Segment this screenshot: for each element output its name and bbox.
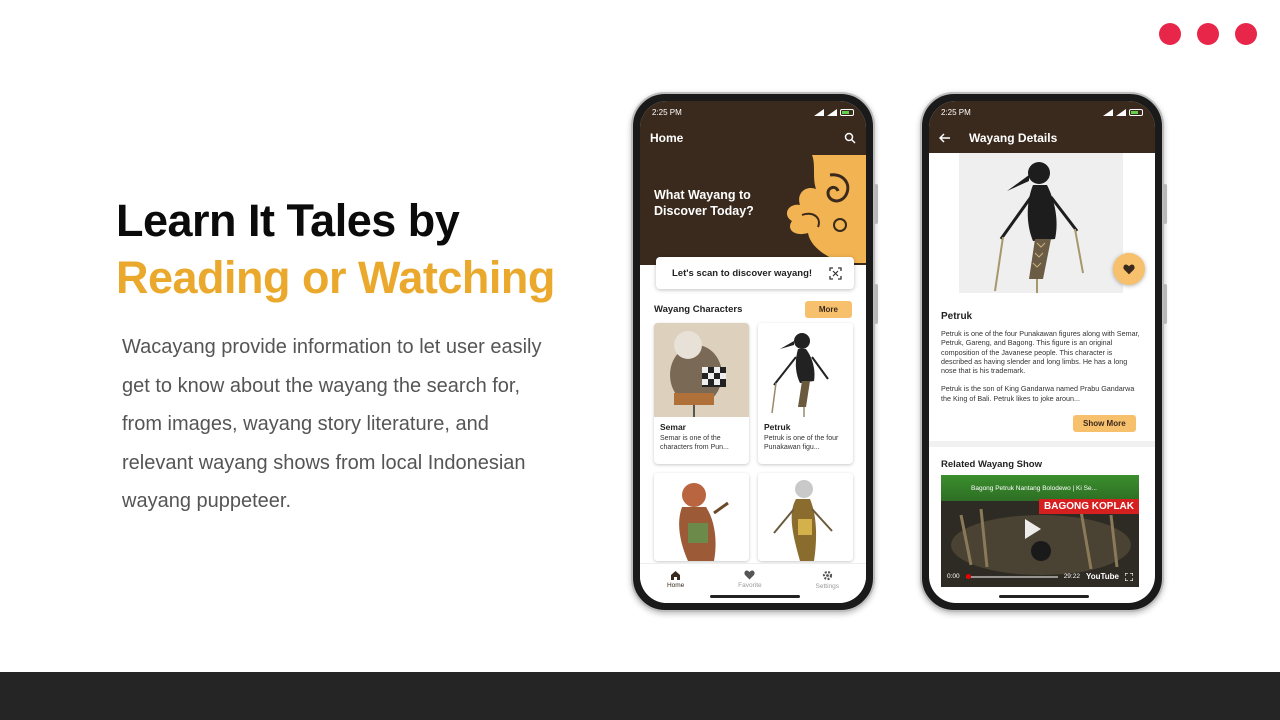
characters-grid: Semar Semar is one of the characters fro… [654,323,853,561]
status-time: 2:25 PM [941,107,971,117]
petruk-puppet-icon [994,162,1084,293]
semar-image [654,323,749,417]
details-screen: 2:25 PM Wayang Details Petruk Petruk is … [929,101,1155,603]
home-icon [671,571,681,580]
nav-home[interactable]: Home [667,570,684,589]
petruk-image [758,323,853,417]
video-player[interactable]: Bagong Petruk Nantang Bolodewo | Ki Se..… [941,475,1139,587]
status-icons [814,108,854,116]
wayang-illustration-icon [786,155,866,263]
semar-puppet-icon [654,323,749,417]
hero-banner: What Wayang to Discover Today? [640,153,866,265]
wayang-puppet-icon [773,480,833,561]
home-screen: 2:25 PM Home What Wayang to Discover Tod… [640,101,866,603]
volume-button [1163,184,1167,224]
dot-icon [1159,23,1181,45]
wayang-name: Petruk [941,311,973,322]
fullscreen-icon[interactable] [1125,572,1133,581]
power-button [1163,284,1167,324]
description-paragraph: Petruk is one of the four Punakawan figu… [941,329,1140,376]
heading-line-2: Reading or Watching [116,252,555,303]
wayang-description: Petruk is one of the four Punakawan figu… [941,329,1141,403]
scan-label: Let's scan to discover wayang! [672,267,813,279]
section-divider [929,441,1155,447]
signal-icon [1103,108,1113,116]
phone-home: 2:25 PM Home What Wayang to Discover Tod… [631,92,878,612]
character-card[interactable] [654,473,749,561]
screen-title: Home [650,131,684,145]
video-time-total: 29:22 [1063,573,1080,580]
character-card-petruk[interactable]: Petruk Petruk is one of the four Punakaw… [758,323,853,464]
hero-question: What Wayang to Discover Today? [654,188,754,218]
nav-label: Settings [815,582,840,590]
more-button[interactable]: More [804,301,852,318]
character-card-semar[interactable]: Semar Semar is one of the characters fro… [654,323,749,464]
characters-header: Wayang Characters More [654,301,852,318]
footer-bar [0,672,1280,720]
dot-icon [1197,23,1219,45]
back-arrow-icon[interactable] [939,133,951,143]
video-progress-bar[interactable] [965,573,1058,579]
character-name: Petruk [764,422,791,432]
character-card[interactable] [758,473,853,561]
character-name: Semar [660,422,686,432]
character-image [758,473,853,561]
scan-card[interactable]: Let's scan to discover wayang! [656,257,854,289]
nav-settings[interactable]: Settings [815,570,840,590]
signal-icon [1116,108,1126,116]
status-time: 2:25 PM [652,107,682,117]
gear-icon [822,570,832,580]
youtube-logo[interactable]: YouTube [1086,572,1119,581]
video-title: Bagong Petruk Nantang Bolodewo | Ki Se..… [941,475,1139,501]
decorative-dots [1159,23,1257,45]
nav-label: Favorite [738,582,762,589]
volume-button [874,184,878,224]
signal-icon [827,108,837,116]
show-more-button[interactable]: Show More [1073,415,1136,432]
description-paragraph: Petruk is the son of King Gandarwa named… [941,384,1135,403]
heart-icon [744,570,756,580]
status-bar: 2:25 PM [929,101,1155,123]
home-indicator [710,595,800,598]
battery-icon [1129,108,1143,116]
search-icon[interactable] [844,132,856,144]
character-snippet: Semar is one of the characters from Pun.… [660,435,729,451]
screen-title: Wayang Details [969,131,1058,145]
status-icons [1103,108,1143,116]
battery-icon [840,108,854,116]
scan-icon [829,266,842,280]
phone-details: 2:25 PM Wayang Details Petruk Petruk is … [920,92,1167,612]
video-controls: 0:00 29:22 YouTube [947,572,1133,581]
section-title: Wayang Characters [654,304,743,315]
app-bar: Wayang Details [929,123,1155,153]
power-button [874,284,878,324]
video-time-current: 0:00 [947,573,960,580]
heart-icon [1123,264,1135,274]
wayang-puppet-icon [679,483,729,561]
signal-icon [814,108,824,116]
app-bar: Home [640,123,866,153]
video-tag: BAGONG KOPLAK [1039,499,1139,514]
character-image [654,473,749,561]
slide: Learn It Tales by Reading or Watching Wa… [0,0,1280,720]
home-indicator [999,595,1089,598]
nav-label: Home [666,582,685,589]
character-snippet: Petruk is one of the four Punakawan figu… [764,435,839,451]
slide-heading: Learn It Tales by Reading or Watching [116,192,555,306]
heading-line-1: Learn It Tales by [116,195,460,246]
status-bar: 2:25 PM [640,101,866,123]
play-icon[interactable] [1025,519,1041,539]
petruk-puppet-icon [771,333,829,417]
slide-description: Wacayang provide information to let user… [122,336,542,512]
nav-favorite[interactable]: Favorite [738,570,762,589]
dot-icon [1235,23,1257,45]
favorite-button[interactable] [1113,253,1145,285]
related-title: Related Wayang Show [941,459,1042,470]
